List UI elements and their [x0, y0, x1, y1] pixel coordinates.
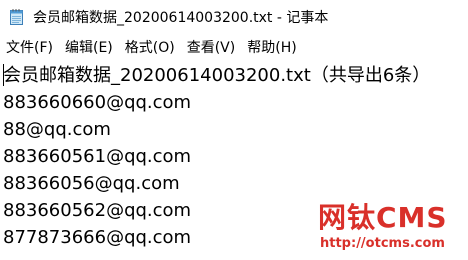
watermark: 网钛CMS http://otcms.com [318, 196, 466, 258]
document-line-header: 会员邮箱数据_20200614003200.txt（共导出6条） [3, 65, 431, 86]
notepad-window: 会员邮箱数据_20200614003200.txt - 记事本 文件(F) 编辑… [0, 0, 468, 260]
watermark-brand: 网钛CMS [318, 201, 448, 234]
document-line: 877873666@qq.com [3, 227, 192, 248]
document-line: 883660562@qq.com [3, 200, 192, 221]
document-line: 88366056@qq.com [3, 173, 180, 194]
document-line: 88@qq.com [3, 119, 111, 140]
menu-bar: 文件(F) 编辑(E) 格式(O) 查看(V) 帮助(H) [0, 34, 468, 60]
menu-help[interactable]: 帮助(H) [241, 37, 302, 57]
menu-edit[interactable]: 编辑(E) [59, 37, 119, 57]
menu-format[interactable]: 格式(O) [119, 37, 181, 57]
document-line: 883660660@qq.com [3, 92, 192, 113]
title-bar: 会员邮箱数据_20200614003200.txt - 记事本 [0, 0, 468, 34]
menu-file[interactable]: 文件(F) [0, 37, 59, 57]
menu-view[interactable]: 查看(V) [181, 37, 242, 57]
window-title: 会员邮箱数据_20200614003200.txt - 记事本 [33, 10, 329, 26]
document-line: 883660561@qq.com [3, 146, 192, 167]
notepad-icon [10, 9, 23, 25]
watermark-url: http://otcms.com [320, 236, 445, 251]
